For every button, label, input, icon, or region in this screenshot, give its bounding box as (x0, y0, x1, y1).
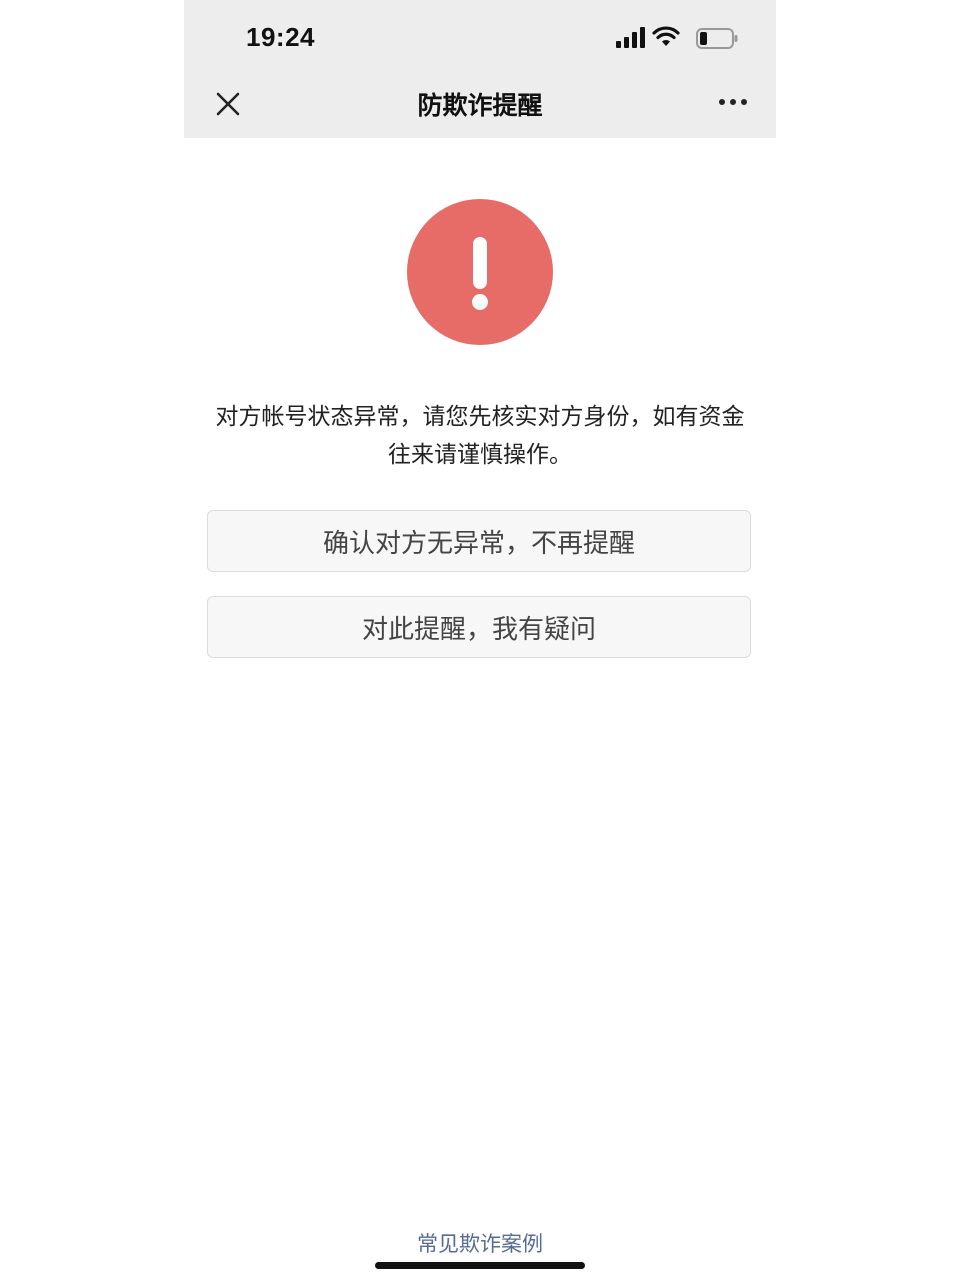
exclamation-icon (407, 199, 553, 345)
exclamation-bar (473, 237, 487, 289)
more-dots-icon[interactable] (718, 96, 748, 108)
battery-icon (696, 28, 738, 49)
page-title: 防欺诈提醒 (417, 91, 543, 120)
fraud-cases-link[interactable]: 常见欺诈案例 (184, 1228, 776, 1258)
confirm-no-issue-label: 确认对方无异常，不再提醒 (322, 528, 635, 559)
warning-message: 对方帐号状态异常，请您先核实对方身份，如有资金往来请谨慎操作。 (215, 404, 745, 468)
top-bar: 19:24 防欺诈提醒 (184, 0, 776, 138)
question-button[interactable]: 对此提醒，我有疑问 (207, 596, 751, 658)
status-time: 19:24 (246, 22, 315, 52)
exclamation-dot (472, 294, 488, 310)
phone-screen: 19:24 防欺诈提醒 对方帐号状态异常，请您先核实对方身份，如有资金往来请谨慎… (184, 0, 776, 1280)
home-indicator[interactable] (375, 1262, 585, 1269)
wifi-icon (652, 26, 680, 46)
question-label: 对此提醒，我有疑问 (361, 614, 596, 645)
confirm-no-issue-button[interactable]: 确认对方无异常，不再提醒 (207, 510, 751, 572)
signal-icon (616, 27, 645, 48)
